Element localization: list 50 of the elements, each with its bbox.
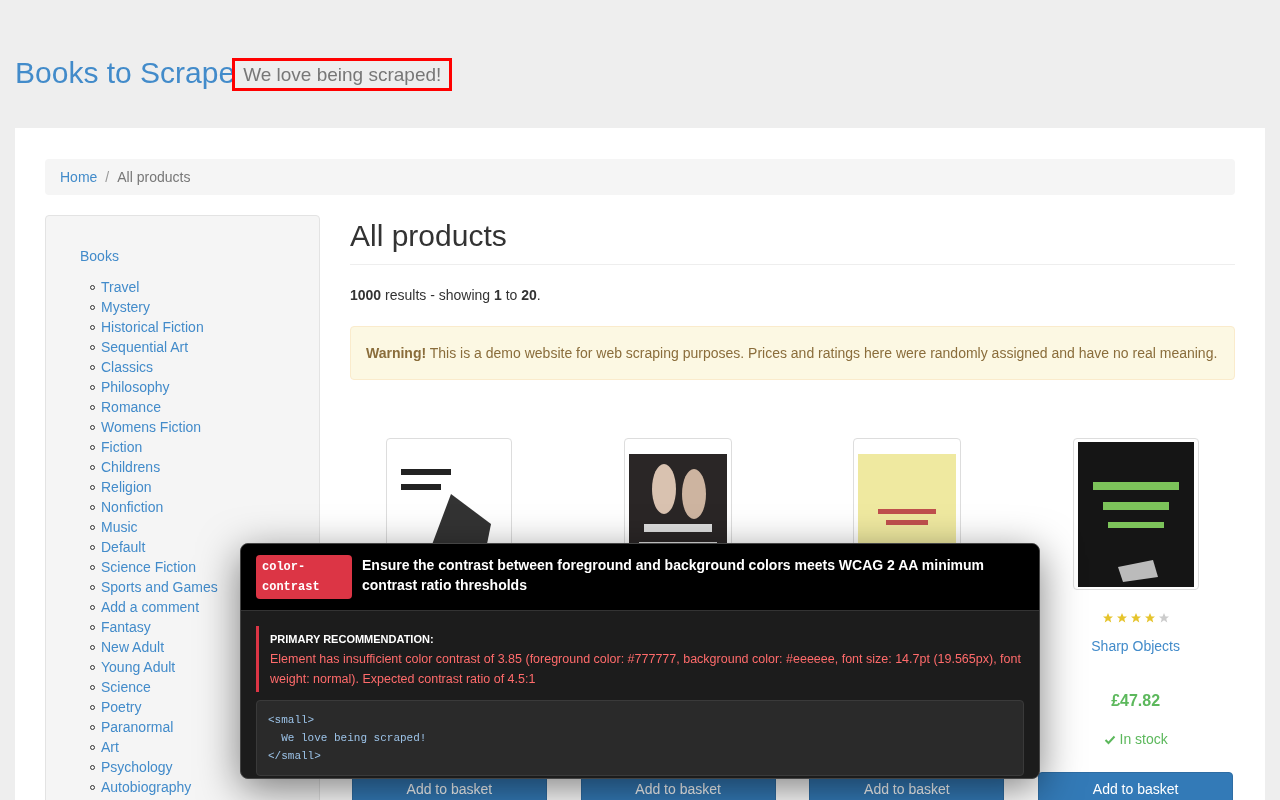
recommendation-text: Element has insufficient color contrast of 3.85 (foreground color: #777777, background color: #eeeeee, font size: 14.7pt (19.565px), font weight: normal). Expected contrast ratio of 4.5:1: [270, 651, 1022, 688]
star-icon: [1129, 612, 1142, 624]
breadcrumb-item: All products: [117, 167, 191, 187]
tagline: We love being scraped!: [235, 61, 450, 88]
category-link[interactable]: Autobiography: [101, 776, 192, 798]
category-link[interactable]: Historical Fiction: [101, 316, 204, 338]
star-icon: [1157, 612, 1170, 624]
add-to-basket-button[interactable]: Add to basket: [1038, 772, 1234, 800]
category-link[interactable]: Travel: [101, 276, 140, 298]
category-link[interactable]: Sequential Art: [101, 336, 189, 358]
category-link[interactable]: Philosophy: [101, 376, 170, 398]
star-icon: [1115, 612, 1128, 624]
site-title[interactable]: Books to Scrape: [15, 58, 236, 88]
category-link[interactable]: Nonfiction: [101, 496, 164, 518]
star-icon: [1101, 612, 1114, 624]
breadcrumb-separator: /: [105, 167, 110, 187]
category-link[interactable]: Romance: [101, 396, 161, 418]
category-link[interactable]: Poetry: [101, 696, 142, 718]
stock-status: In stock: [1119, 730, 1168, 749]
category-link[interactable]: Classics: [101, 356, 154, 378]
page-heading: All products: [350, 215, 1235, 265]
category-link[interactable]: Womens Fiction: [101, 416, 202, 438]
category-link[interactable]: Music: [101, 516, 138, 538]
book-title-link[interactable]: Sharp Objects: [1091, 636, 1180, 657]
category-link[interactable]: Fantasy: [101, 616, 151, 638]
category-link[interactable]: Sports and Games: [101, 576, 218, 598]
category-link[interactable]: Childrens: [101, 456, 161, 478]
category-link[interactable]: Paranormal: [101, 716, 174, 738]
category-link[interactable]: Art: [101, 736, 119, 758]
star-icon: [1143, 612, 1156, 624]
category-link[interactable]: Default: [101, 536, 146, 558]
category-link[interactable]: Religion: [101, 476, 152, 498]
recommendation-label: PRIMARY RECOMMENDATION:: [270, 632, 435, 647]
check-icon: [1103, 733, 1116, 746]
book-price: £47.82: [1111, 691, 1161, 711]
breadcrumb-item[interactable]: Home: [60, 166, 98, 188]
category-link[interactable]: New Adult: [101, 636, 165, 658]
category-link[interactable]: Science: [101, 676, 151, 698]
category-link[interactable]: Fiction: [101, 436, 143, 458]
rule-badge: color-contrast: [256, 555, 352, 599]
category-link[interactable]: Psychology: [101, 756, 173, 778]
code-snippet: <small> We love being scraped! </small>: [256, 700, 1024, 776]
category-link[interactable]: Young Adult: [101, 656, 176, 678]
warning-alert: Warning! This is a demo website for web scraping purposes. Prices and ratings here were randomly assigned and have no real meaning.: [350, 326, 1235, 380]
issue-title: Ensure the contrast between foreground and background colors meets WCAG 2 AA minimum contrast ratio thresholds: [362, 556, 986, 595]
category-link[interactable]: Add a comment: [101, 596, 200, 618]
results-summary: 1000 results - showing 1 to 20.: [350, 286, 542, 305]
category-link[interactable]: Science Fiction: [101, 556, 196, 578]
category-link[interactable]: Mystery: [101, 296, 150, 318]
category-heading[interactable]: Books: [80, 246, 319, 267]
